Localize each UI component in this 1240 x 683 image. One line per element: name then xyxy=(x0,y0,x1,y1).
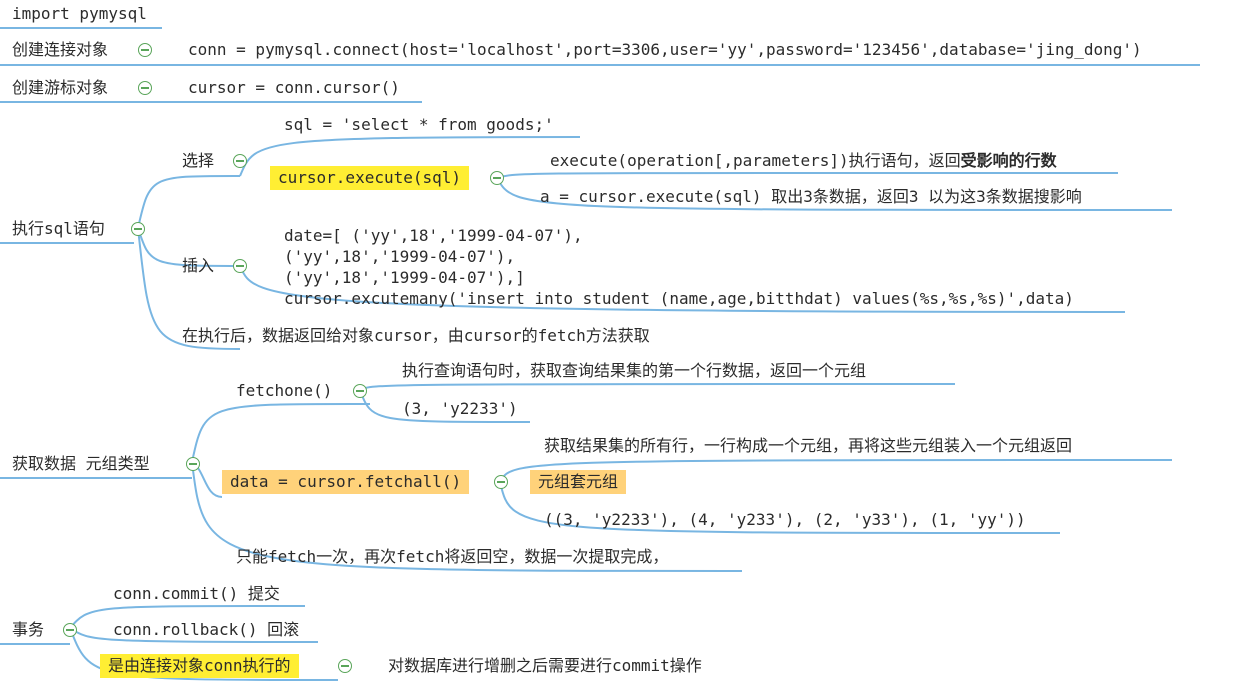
fetchall-code-node[interactable]: data = cursor.fetchall() xyxy=(222,470,470,494)
tx-desc-node[interactable]: 对数据库进行增删之后需要进行commit操作 xyxy=(388,656,702,676)
cursor-underline xyxy=(0,101,422,103)
execute-desc-node[interactable]: execute(operation[,parameters])执行语句，返回受影… xyxy=(550,151,1057,171)
tuple-nest-node[interactable]: 元组套元组 xyxy=(530,470,627,494)
select-label-node[interactable]: 选择 xyxy=(182,151,214,171)
tx-conn-collapse-icon[interactable] xyxy=(338,659,352,673)
fetchone-desc-node[interactable]: 执行查询语句时，获取查询结果集的第一个行数据，返回一个元组 xyxy=(402,361,866,381)
conn-label-node[interactable]: 创建连接对象 xyxy=(12,40,108,60)
fetchone-code-node[interactable]: fetchone() xyxy=(236,381,332,401)
insert-label-node[interactable]: 插入 xyxy=(182,256,214,276)
conn-collapse-icon[interactable] xyxy=(138,43,152,57)
after-exec-node[interactable]: 在执行后，数据返回给对象cursor，由cursor的fetch方法获取 xyxy=(182,326,650,346)
fetch-label-node[interactable]: 获取数据 元组类型 xyxy=(12,454,150,474)
tx-label-node[interactable]: 事务 xyxy=(12,620,44,640)
exec-underline xyxy=(0,242,134,244)
import-node[interactable]: import pymysql xyxy=(12,4,147,24)
exec-collapse-icon[interactable] xyxy=(131,222,145,236)
tx-collapse-icon[interactable] xyxy=(63,623,77,637)
execute-code-node[interactable]: cursor.execute(sql) xyxy=(270,166,470,190)
rollback-node[interactable]: conn.rollback() 回滚 xyxy=(113,620,299,640)
conn-underline xyxy=(0,64,1200,66)
fetch-underline xyxy=(0,477,192,479)
execute-example-node[interactable]: a = cursor.execute(sql) 取出3条数据，返回3 以为这3条… xyxy=(540,187,1082,207)
mind-map: import pymysql 创建连接对象 conn = pymysql.con… xyxy=(0,0,1240,683)
exec-label-node[interactable]: 执行sql语句 xyxy=(12,219,105,239)
cursor-label-node[interactable]: 创建游标对象 xyxy=(12,78,108,98)
select-collapse-icon[interactable] xyxy=(233,154,247,168)
import-underline xyxy=(0,27,162,29)
fetch-once-node[interactable]: 只能fetch一次，再次fetch将返回空，数据一次提取完成， xyxy=(236,547,668,567)
sql-code-node[interactable]: sql = 'select * from goods;' xyxy=(284,115,554,135)
cursor-collapse-icon[interactable] xyxy=(138,81,152,95)
fetchall-desc-node[interactable]: 获取结果集的所有行，一行构成一个元组，再将这些元组装入一个元组返回 xyxy=(544,436,1072,456)
execute-collapse-icon[interactable] xyxy=(490,171,504,185)
fetchall-example-node[interactable]: ((3, 'y2233'), (4, 'y233'), (2, 'y33'), … xyxy=(544,510,1026,530)
tx-underline xyxy=(0,643,70,645)
fetchone-collapse-icon[interactable] xyxy=(353,384,367,398)
cursor-code-node[interactable]: cursor = conn.cursor() xyxy=(188,78,400,98)
fetchone-example-node[interactable]: (3, 'y2233') xyxy=(402,399,518,419)
fetchall-collapse-icon[interactable] xyxy=(494,475,508,489)
execute-desc-prefix: execute(operation[,parameters])执行语句，返回 xyxy=(550,151,961,170)
insert-code-node[interactable]: date=[ ('yy',18','1999-04-07'), ('yy',18… xyxy=(284,225,1074,309)
insert-collapse-icon[interactable] xyxy=(233,259,247,273)
fetch-collapse-icon[interactable] xyxy=(186,457,200,471)
conn-code-node[interactable]: conn = pymysql.connect(host='localhost',… xyxy=(188,40,1142,60)
tx-conn-node[interactable]: 是由连接对象conn执行的 xyxy=(100,654,299,678)
commit-node[interactable]: conn.commit() 提交 xyxy=(113,584,280,604)
execute-desc-bold: 受影响的行数 xyxy=(960,151,1057,170)
